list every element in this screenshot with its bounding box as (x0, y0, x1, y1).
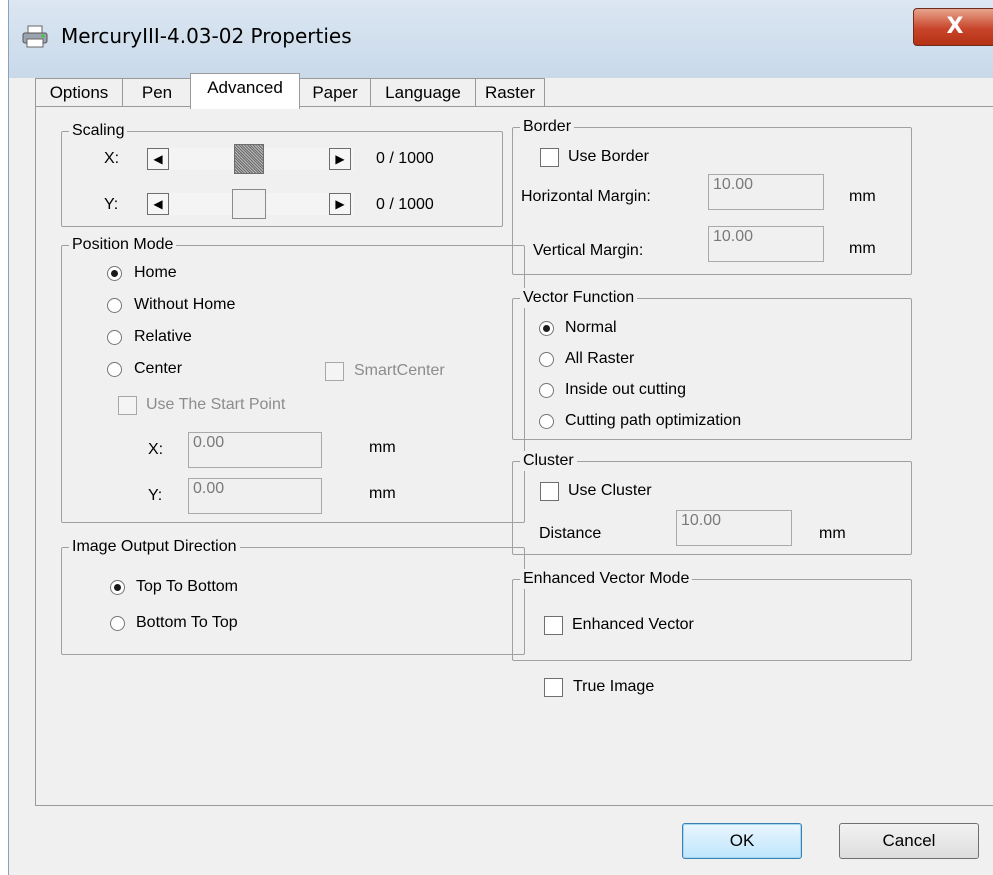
vertical-margin-label: Vertical Margin: (533, 242, 644, 259)
enhanced-vector-label[interactable]: Enhanced Vector (572, 615, 694, 635)
distance-input[interactable]: 10.00 (676, 510, 792, 546)
ok-button[interactable]: OK (682, 823, 802, 859)
radio-relative[interactable] (107, 330, 122, 345)
border-group: Border Use Border Horizontal Margin: 10.… (512, 117, 912, 275)
vertical-margin-input[interactable]: 10.00 (708, 226, 824, 262)
start-y-unit: mm (369, 485, 396, 502)
scaling-y-left-arrow[interactable]: ◀ (147, 193, 169, 215)
scaling-y-value: 0 / 1000 (376, 196, 434, 213)
radio-without-home-label[interactable]: Without Home (134, 295, 235, 315)
tab-pen[interactable]: Pen (122, 78, 192, 108)
tab-language[interactable]: Language (370, 78, 476, 108)
cluster-legend: Cluster (520, 451, 577, 471)
advanced-panel: Scaling X: ◀ ▶ 0 / 1000 Y: ◀ ▶ 0 / 1000 … (35, 106, 993, 806)
scaling-x-label: X: (104, 150, 120, 167)
scaling-x-thumb[interactable] (234, 144, 264, 174)
vector-function-group: Vector Function Normal All Raster Inside… (512, 288, 912, 440)
vector-function-legend: Vector Function (520, 288, 638, 308)
printer-icon (21, 24, 51, 50)
cancel-button[interactable]: Cancel (839, 823, 979, 859)
scaling-x-right-arrow[interactable]: ▶ (329, 148, 351, 170)
radio-all-raster-label[interactable]: All Raster (565, 349, 634, 369)
enhanced-vector-group: Enhanced Vector Mode Enhanced Vector (512, 569, 912, 661)
vertical-margin-unit: mm (849, 240, 876, 257)
scaling-y-label: Y: (104, 196, 119, 213)
use-border-label[interactable]: Use Border (568, 147, 649, 167)
horizontal-margin-unit: mm (849, 188, 876, 205)
radio-center[interactable] (107, 362, 122, 377)
start-x-input[interactable]: 0.00 (188, 432, 322, 468)
use-start-point-label: Use The Start Point (146, 396, 286, 413)
distance-unit: mm (819, 525, 846, 542)
scaling-legend: Scaling (69, 121, 128, 141)
scaling-y-right-arrow[interactable]: ▶ (329, 193, 351, 215)
radio-path-optimization-label[interactable]: Cutting path optimization (565, 411, 741, 431)
border-legend: Border (520, 117, 575, 137)
image-output-group: Image Output Direction Top To Bottom Bot… (61, 537, 525, 655)
cluster-group: Cluster Use Cluster Distance 10.00 mm (512, 451, 912, 555)
radio-path-optimization[interactable] (539, 414, 554, 429)
tab-options[interactable]: Options (35, 78, 123, 108)
radio-inside-out-label[interactable]: Inside out cutting (565, 380, 686, 400)
enhanced-vector-legend: Enhanced Vector Mode (520, 569, 693, 589)
window-title: MercuryIII-4.03-02 Properties (61, 24, 352, 48)
radio-top-to-bottom[interactable] (110, 580, 125, 595)
radio-normal[interactable] (539, 321, 554, 336)
radio-bottom-to-top-label[interactable]: Bottom To Top (136, 613, 238, 633)
radio-center-label[interactable]: Center (134, 359, 182, 379)
start-x-label: X: (148, 441, 164, 458)
start-y-label: Y: (148, 487, 163, 504)
true-image-label[interactable]: True Image (573, 677, 654, 697)
properties-dialog: MercuryIII-4.03-02 Properties X Options … (8, 0, 993, 875)
distance-label: Distance (539, 525, 602, 542)
radio-without-home[interactable] (107, 298, 122, 313)
horizontal-margin-input[interactable]: 10.00 (708, 174, 824, 210)
scaling-x-value: 0 / 1000 (376, 150, 434, 167)
position-mode-legend: Position Mode (69, 235, 177, 255)
radio-home[interactable] (107, 266, 122, 281)
close-icon: X (946, 14, 964, 39)
radio-inside-out[interactable] (539, 383, 554, 398)
tab-advanced[interactable]: Advanced (190, 73, 300, 109)
tab-paper[interactable]: Paper (299, 78, 371, 108)
use-cluster-checkbox[interactable] (540, 482, 559, 501)
scaling-group: Scaling X: ◀ ▶ 0 / 1000 Y: ◀ ▶ 0 / 1000 (61, 121, 503, 227)
radio-home-label[interactable]: Home (134, 263, 177, 283)
scaling-y-thumb[interactable] (232, 189, 266, 219)
scaling-x-left-arrow[interactable]: ◀ (147, 148, 169, 170)
radio-top-to-bottom-label[interactable]: Top To Bottom (136, 577, 238, 597)
use-cluster-label[interactable]: Use Cluster (568, 481, 652, 501)
smartcenter-checkbox[interactable] (325, 362, 344, 381)
radio-bottom-to-top[interactable] (110, 616, 125, 631)
tab-raster[interactable]: Raster (475, 78, 545, 108)
position-mode-group: Position Mode Home Without Home Relative… (61, 235, 525, 523)
title-bar[interactable]: MercuryIII-4.03-02 Properties (9, 0, 993, 78)
start-y-input[interactable]: 0.00 (188, 478, 322, 514)
use-start-point-checkbox[interactable] (118, 396, 137, 415)
use-border-checkbox[interactable] (540, 148, 559, 167)
image-output-legend: Image Output Direction (69, 537, 240, 557)
radio-all-raster[interactable] (539, 352, 554, 367)
close-button[interactable]: X (913, 8, 993, 46)
radio-normal-label[interactable]: Normal (565, 318, 617, 338)
enhanced-vector-checkbox[interactable] (544, 616, 563, 635)
start-x-unit: mm (369, 439, 396, 456)
horizontal-margin-label: Horizontal Margin: (521, 188, 651, 205)
radio-relative-label[interactable]: Relative (134, 327, 192, 347)
true-image-checkbox[interactable] (544, 678, 563, 697)
smartcenter-label: SmartCenter (354, 362, 445, 379)
